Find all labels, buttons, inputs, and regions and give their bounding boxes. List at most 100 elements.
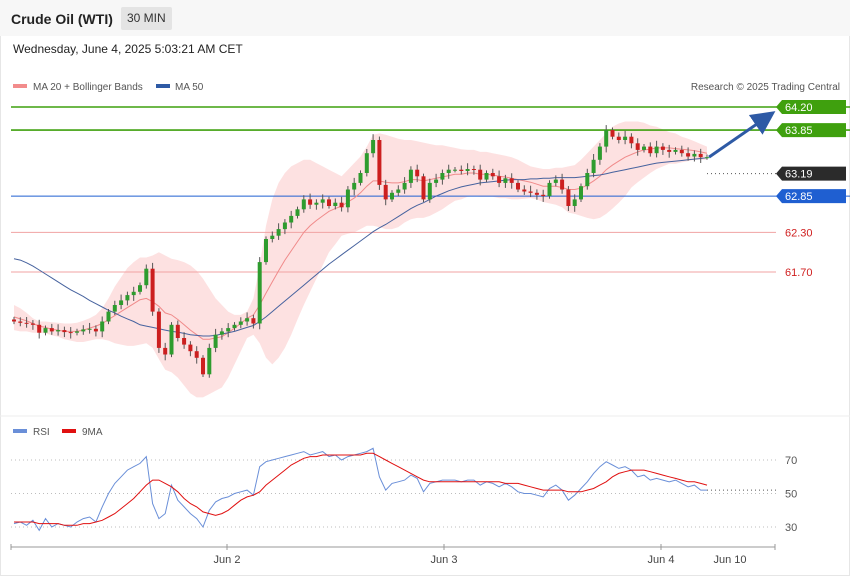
candle-body — [49, 328, 54, 332]
candle-body — [434, 179, 439, 183]
candle-body — [679, 149, 684, 154]
candle-body — [169, 324, 174, 355]
candle-body — [213, 334, 218, 348]
candle-body — [371, 140, 376, 154]
projection-arrow — [708, 111, 776, 159]
time-tick-label: Jun 10 — [713, 554, 746, 566]
candle-body — [232, 324, 237, 329]
candle-body — [572, 199, 577, 206]
rsi-tick-30: 30 — [785, 522, 797, 534]
candle-body — [509, 178, 514, 183]
candle-body — [591, 159, 596, 173]
candle-body — [163, 347, 168, 355]
candle-body — [610, 130, 615, 137]
candle-body — [18, 321, 23, 323]
candle-body — [276, 229, 281, 236]
candle-body — [194, 351, 199, 358]
ma50-legend-label: MA 50 — [175, 82, 204, 93]
candle-body — [75, 331, 79, 333]
candle-body — [264, 239, 268, 263]
level-label-63.85: 63.85 — [785, 125, 813, 137]
candle-body — [219, 331, 224, 335]
candle-body — [43, 328, 48, 333]
candle-body — [327, 199, 331, 206]
candle-body — [314, 202, 319, 205]
candle-body — [30, 323, 35, 325]
time-tick-label: Jun 2 — [214, 554, 241, 566]
candle-body — [673, 149, 678, 152]
rsi-ma-legend-label: 9MA — [82, 427, 103, 438]
candle-body — [616, 136, 621, 140]
candle-body — [534, 192, 539, 195]
candle-body — [660, 146, 665, 150]
candle-body — [459, 169, 464, 171]
candle-body — [364, 153, 369, 173]
candle-body — [93, 328, 98, 332]
candle-body — [547, 182, 552, 197]
ma50-legend-swatch — [156, 84, 170, 88]
candle-body — [705, 157, 709, 159]
candle-body — [289, 215, 294, 223]
candle-body — [150, 268, 155, 312]
candle-body — [440, 173, 445, 180]
candle-body — [465, 169, 470, 171]
candle-body — [37, 324, 42, 333]
candle-body — [421, 176, 426, 200]
candle-body — [560, 179, 565, 190]
candle-body — [396, 189, 401, 193]
candle-body — [112, 305, 117, 312]
ma20-legend-label: MA 20 + Bollinger Bands — [33, 82, 143, 93]
candle-body — [333, 202, 338, 206]
candle-body — [528, 191, 533, 193]
candle-body — [415, 169, 420, 177]
rsi-legend-swatch — [13, 429, 27, 433]
price-panel: 64.20 63.85 63.19 62.85 62.30 61.70 — [11, 100, 850, 398]
candle-body — [68, 332, 73, 334]
candle-body — [522, 189, 527, 192]
candle-body — [478, 169, 483, 180]
candle-body — [62, 330, 67, 333]
candle-body — [541, 194, 546, 197]
candle-body — [301, 199, 306, 210]
candle-body — [24, 322, 29, 324]
candle-body — [175, 324, 180, 338]
candle-body — [358, 173, 363, 183]
candle-body — [490, 173, 495, 177]
candle-body — [566, 189, 571, 206]
chart-svg: MA 20 + Bollinger Bands MA 50 Research ©… — [0, 82, 850, 566]
level-label-62.30: 62.30 — [785, 227, 813, 239]
candle-body — [503, 178, 508, 183]
candle-body — [188, 344, 193, 352]
candle-body — [402, 182, 407, 190]
candle-body — [484, 173, 489, 180]
candle-body — [238, 321, 243, 325]
candle-body — [345, 189, 350, 208]
candle-body — [623, 136, 628, 140]
candle-body — [497, 176, 502, 183]
level-label-64.20: 64.20 — [785, 102, 813, 114]
candle-body — [692, 153, 697, 157]
candle-body — [654, 146, 659, 154]
candle-body — [648, 146, 653, 154]
candle-body — [295, 209, 300, 216]
candle-body — [642, 146, 646, 150]
candle-body — [383, 184, 388, 200]
candle-body — [390, 192, 394, 200]
candle-body — [698, 153, 703, 158]
candle-body — [257, 262, 262, 324]
rsi-legend-label: RSI — [33, 427, 50, 438]
candle-body — [667, 149, 672, 152]
candle-body — [579, 186, 583, 200]
level-label-63.19: 63.19 — [785, 169, 813, 181]
candle-body — [635, 143, 640, 150]
candle-body — [245, 318, 250, 322]
candle-body — [308, 199, 313, 205]
candle-body — [270, 235, 275, 239]
candle-body — [251, 318, 256, 324]
rsi-tick-70: 70 — [785, 455, 797, 467]
candle-body — [320, 199, 325, 203]
level-label-62.85: 62.85 — [785, 191, 813, 203]
candle-body — [686, 153, 691, 157]
candle-body — [182, 338, 187, 345]
candle-body — [207, 347, 212, 375]
